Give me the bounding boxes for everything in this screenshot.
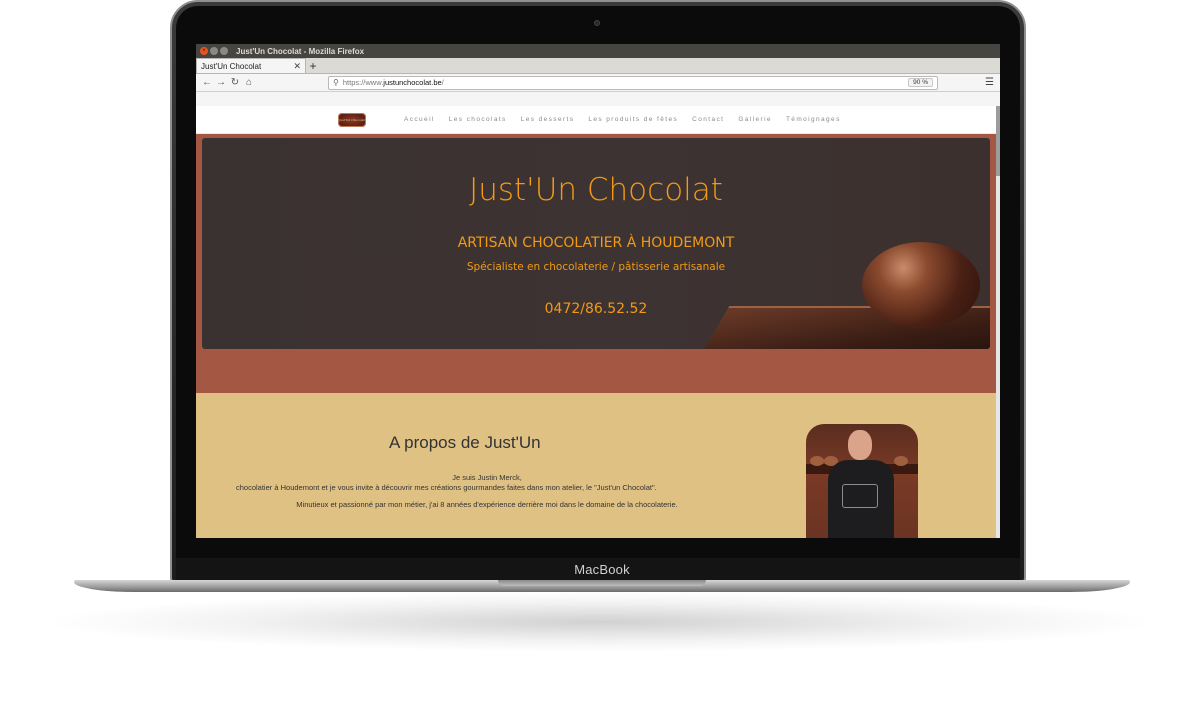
zoom-indicator[interactable]: 90 % (908, 78, 933, 87)
minimize-window-icon[interactable] (210, 47, 218, 55)
browser-window: × Just'Un Chocolat - Mozilla Firefox Jus… (196, 44, 1000, 538)
menu-item-chocolats[interactable]: Les chocolats (449, 116, 507, 123)
camera-icon (594, 20, 600, 26)
home-icon[interactable]: ⌂ (242, 77, 256, 88)
hero-subtitle: ARTISAN CHOCOLATIER À HOUDEMONT (457, 235, 735, 251)
hero-title: Just'Un Chocolat (469, 172, 723, 208)
search-icon: ⚲ (333, 78, 339, 87)
scroll-thumb[interactable] (996, 106, 1000, 176)
about-intro: Je suis Justin Merck, (452, 473, 522, 482)
shirt-print (842, 484, 878, 508)
menu-hamburger-icon[interactable]: ☰ (985, 77, 994, 88)
about-section: A propos de Just'Un Je suis Justin Merck… (196, 393, 996, 538)
forward-arrow-icon[interactable]: → (214, 77, 228, 88)
back-arrow-icon[interactable]: ← (200, 77, 214, 88)
hero-banner: Just'Un Chocolat ARTISAN CHOCOLATIER À H… (202, 138, 990, 349)
laptop-notch (498, 580, 706, 586)
menu-item-produits-fetes[interactable]: Les produits de fêtes (588, 116, 678, 123)
site-logo[interactable]: Just'Un Chocolat (338, 112, 366, 127)
logo-text: Just'Un Chocolat (339, 117, 365, 122)
about-description: chocolatier à Houdemont et je vous invit… (236, 483, 657, 492)
laptop-shadow (40, 592, 1164, 652)
shelf-item (894, 456, 908, 466)
tab-strip: Just'Un Chocolat ✕ + (196, 58, 1000, 74)
menu-item-gallerie[interactable]: Gallerie (738, 116, 772, 123)
chocolatier-portrait (806, 424, 918, 538)
menu-item-temoignages[interactable]: Témoignages (786, 116, 841, 123)
maximize-window-icon[interactable] (220, 47, 228, 55)
about-title: A propos de Just'Un (389, 433, 541, 452)
device-brand-label: MacBook (574, 562, 630, 577)
window-title: Just'Un Chocolat - Mozilla Firefox (236, 46, 365, 56)
url-path: / (441, 78, 444, 87)
tab-label: Just'Un Chocolat (201, 61, 262, 71)
tab-close-icon[interactable]: ✕ (293, 61, 301, 72)
about-experience: Minutieux et passionné par mon métier, j… (296, 500, 678, 509)
reload-icon[interactable]: ↻ (228, 77, 242, 88)
close-window-icon[interactable]: × (200, 47, 208, 55)
url-bar[interactable]: ⚲ https://www. justunchocolat.be/ 90 % (328, 75, 938, 90)
web-page: Just'Un Chocolat Accueil Les chocolats L… (196, 106, 996, 538)
hero-tagline: Spécialiste en chocolaterie / pâtisserie… (466, 261, 726, 273)
navigation-bar: ← → ↻ ⌂ ⚲ https://www. justunchocolat.be /… (196, 74, 1000, 92)
browser-tab[interactable]: Just'Un Chocolat ✕ (196, 58, 306, 73)
page-scrollbar[interactable] (996, 106, 1000, 538)
shelf-item (810, 456, 824, 466)
url-scheme: https://www. (342, 78, 384, 87)
phone-number[interactable]: 0472/86.52.52 (202, 301, 990, 317)
menu-item-accueil[interactable]: Accueil (404, 116, 435, 123)
window-titlebar: × Just'Un Chocolat - Mozilla Firefox (196, 44, 1000, 58)
site-navigation: Just'Un Chocolat Accueil Les chocolats L… (196, 106, 996, 134)
menu-item-contact[interactable]: Contact (692, 116, 724, 123)
url-domain: justunchocolat.be (383, 78, 442, 87)
new-tab-button[interactable]: + (306, 58, 320, 73)
person-head (848, 430, 872, 460)
menu-item-desserts[interactable]: Les desserts (521, 116, 575, 123)
